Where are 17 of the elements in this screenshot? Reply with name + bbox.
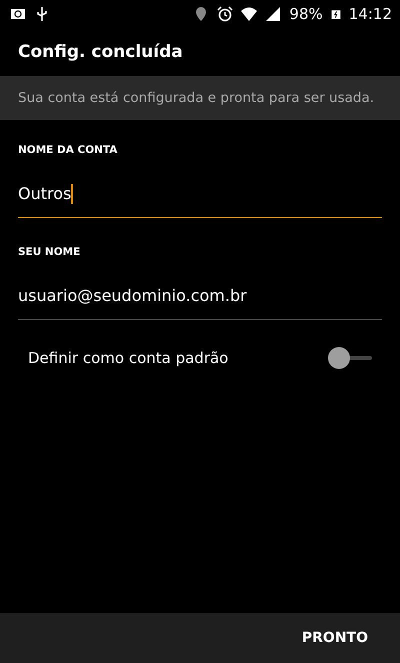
field-label: NOME DA CONTA	[18, 144, 118, 156]
signal-icon	[265, 6, 282, 22]
screen-title: Config. concluída	[18, 42, 183, 62]
email-icon	[10, 6, 26, 22]
toggle-label: Definir como conta padrão	[28, 349, 230, 367]
text-field[interactable]: Outros	[18, 170, 382, 218]
done-button[interactable]: PRONTO	[292, 624, 378, 652]
text-cursor	[71, 184, 74, 204]
toggle-switch[interactable]	[328, 347, 372, 369]
text-field[interactable]: usuario@seudominio.com.br	[18, 272, 382, 320]
wifi-icon	[241, 6, 258, 22]
usb-icon	[34, 6, 50, 22]
info-message: Sua conta está configurada e pronta para ser usada.	[18, 90, 374, 106]
alarm-icon	[217, 6, 234, 22]
field-label: SEU NOME	[18, 246, 82, 258]
battery-percentage: 98%	[289, 5, 323, 23]
clock-time: 14:12	[348, 5, 392, 23]
